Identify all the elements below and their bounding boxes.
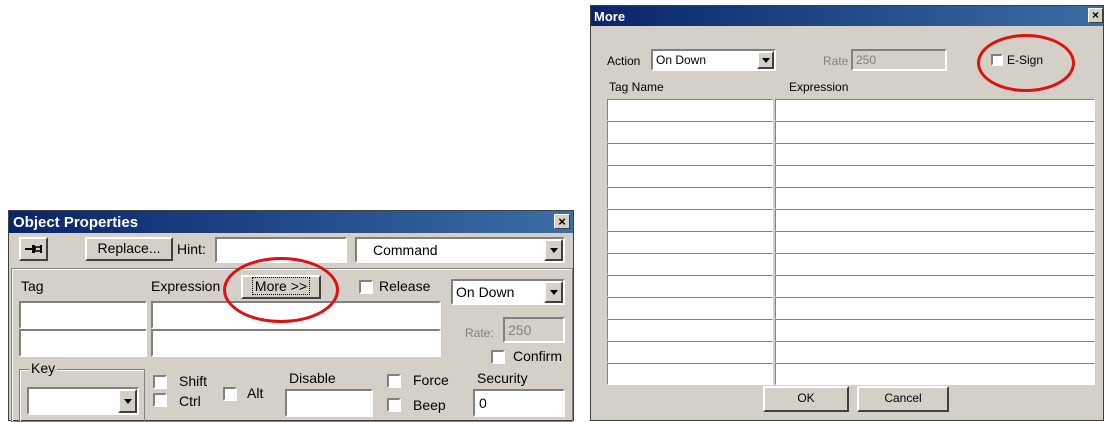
ok-button-label: OK: [797, 391, 815, 405]
beep-checkbox[interactable]: [387, 398, 401, 412]
tag-name-header: Tag Name: [609, 80, 664, 94]
expression-cell[interactable]: [775, 121, 1095, 143]
more-rate-input-value: 250: [856, 53, 877, 67]
alt-checkbox[interactable]: [223, 387, 237, 401]
more-dialog: More × Action On Down Rate 250 E-Sign Ta…: [590, 5, 1104, 421]
expression-header: Expression: [789, 80, 849, 94]
key-label: Key: [29, 360, 58, 376]
expression-cell[interactable]: [775, 209, 1095, 231]
tag-name-cell[interactable]: [607, 143, 773, 165]
more-button-label: More >>: [251, 277, 311, 295]
more-rate-input[interactable]: 250: [851, 49, 947, 71]
type-dropdown-button[interactable]: [544, 239, 563, 261]
object-properties-title: Object Properties: [13, 214, 139, 231]
expression-cell[interactable]: [775, 187, 1095, 209]
cancel-button[interactable]: Cancel: [857, 386, 949, 412]
security-label: Security: [477, 370, 528, 386]
expression-cell[interactable]: [775, 319, 1095, 341]
more-action-dropdown-button[interactable]: [757, 51, 774, 69]
release-label: Release: [379, 278, 431, 294]
more-action-select-value: On Down: [656, 53, 707, 67]
hint-input[interactable]: [215, 237, 347, 263]
tag-expression-grid: [607, 99, 1095, 385]
tag-name-cell[interactable]: [607, 209, 773, 231]
beep-label: Beep: [413, 397, 446, 413]
expression-cell[interactable]: [775, 143, 1095, 165]
action-dropdown-button[interactable]: [544, 281, 563, 303]
close-icon[interactable]: ×: [1088, 8, 1103, 23]
ctrl-checkbox[interactable]: [153, 393, 167, 407]
shift-checkbox[interactable]: [153, 375, 167, 389]
more-dialog-titlebar[interactable]: More: [591, 6, 1103, 26]
expression-cell[interactable]: [775, 99, 1095, 121]
confirm-checkbox[interactable]: [491, 350, 505, 364]
security-input[interactable]: 0: [473, 389, 565, 417]
expression-cell[interactable]: [775, 341, 1095, 363]
confirm-label: Confirm: [513, 348, 563, 364]
action-select-value: On Down: [456, 284, 515, 300]
type-select-value: Command: [373, 242, 438, 258]
action-label: Action: [607, 54, 641, 68]
tag-input-2[interactable]: [19, 329, 147, 357]
tag-name-cell[interactable]: [607, 363, 773, 385]
force-label: Force: [413, 372, 449, 388]
expression-cell[interactable]: [775, 231, 1095, 253]
ok-button[interactable]: OK: [763, 386, 849, 412]
disable-label: Disable: [289, 370, 336, 386]
type-select[interactable]: Command: [355, 237, 565, 263]
expression-label: Expression: [151, 278, 221, 294]
rate-input[interactable]: 250: [503, 317, 565, 343]
expression-cell[interactable]: [775, 297, 1095, 319]
tag-name-cell[interactable]: [607, 253, 773, 275]
tag-name-cell[interactable]: [607, 297, 773, 319]
replace-button[interactable]: Replace...: [85, 237, 173, 261]
alt-label: Alt: [247, 385, 264, 401]
tag-name-cell[interactable]: [607, 319, 773, 341]
key-dropdown-button[interactable]: [118, 389, 137, 413]
security-input-value: 0: [479, 395, 487, 411]
expression-cell[interactable]: [775, 165, 1095, 187]
hint-label: Hint:: [177, 241, 206, 257]
expression-cell[interactable]: [775, 363, 1095, 385]
ctrl-label: Ctrl: [179, 393, 201, 409]
tag-name-cell[interactable]: [607, 121, 773, 143]
expression-cell[interactable]: [775, 275, 1095, 297]
more-rate-label: Rate: [823, 54, 849, 68]
pin-button[interactable]: [19, 237, 48, 261]
rate-input-value: 250: [508, 322, 532, 338]
tag-input-1[interactable]: [19, 301, 147, 329]
tag-name-cell[interactable]: [607, 341, 773, 363]
cancel-button-label: Cancel: [884, 391, 922, 405]
tag-name-cell[interactable]: [607, 165, 773, 187]
esign-checkbox[interactable]: [991, 54, 1003, 66]
tag-name-cell[interactable]: [607, 187, 773, 209]
shift-label: Shift: [179, 373, 208, 389]
release-checkbox[interactable]: [359, 280, 373, 294]
tag-label: Tag: [21, 278, 44, 294]
tag-name-cell[interactable]: [607, 99, 773, 121]
disable-input[interactable]: [285, 389, 373, 417]
more-dialog-title: More: [594, 9, 626, 24]
pin-icon: [24, 245, 42, 253]
tag-name-cell[interactable]: [607, 275, 773, 297]
force-checkbox[interactable]: [387, 374, 401, 388]
object-properties-titlebar[interactable]: Object Properties: [9, 211, 573, 233]
object-properties-window: Object Properties × Replace... Hint: Com…: [8, 210, 574, 422]
expression-input-1[interactable]: [151, 301, 441, 329]
tag-name-cell[interactable]: [607, 231, 773, 253]
replace-button-label: Replace...: [97, 240, 161, 256]
rate-label: Rate:: [465, 326, 494, 340]
esign-label: E-Sign: [1007, 53, 1044, 67]
close-icon[interactable]: ×: [554, 214, 570, 229]
expression-input-2[interactable]: [151, 329, 441, 357]
expression-cell[interactable]: [775, 253, 1095, 275]
more-button[interactable]: More >>: [241, 275, 321, 299]
